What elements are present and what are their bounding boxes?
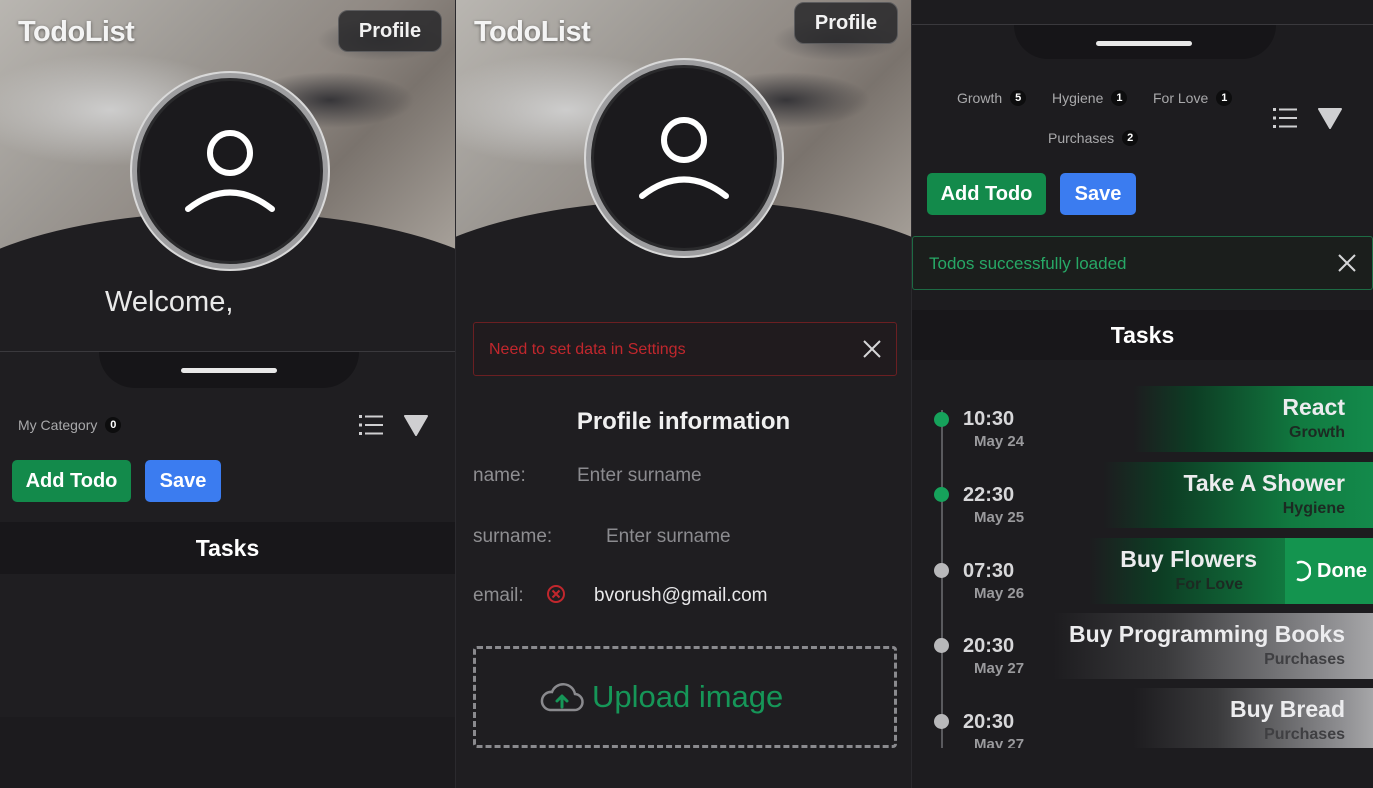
task-card[interactable]: Buy Flowers For Love Done	[1089, 538, 1373, 604]
list-view-icon[interactable]	[359, 414, 383, 436]
app-title: TodoList	[474, 16, 591, 48]
task-time: 07:30	[963, 560, 1015, 582]
filter-icon[interactable]	[1318, 107, 1342, 129]
add-todo-button[interactable]: Add Todo	[12, 460, 131, 502]
task-title: Buy Bread	[1229, 696, 1345, 722]
surname-label: surname:	[473, 526, 553, 547]
tasks-header: Tasks	[912, 310, 1373, 360]
task-time: 20:30	[963, 711, 1015, 733]
close-icon[interactable]	[1337, 253, 1357, 273]
filter-icon[interactable]	[404, 414, 428, 436]
user-icon	[185, 130, 275, 212]
category-count: 5	[1010, 90, 1027, 106]
timeline-dot	[934, 412, 949, 427]
cloud-upload-icon	[540, 683, 584, 712]
task-time: 10:30	[963, 408, 1015, 430]
add-todo-button[interactable]: Add Todo	[927, 173, 1046, 215]
email-field[interactable]: bvorush@gmail.com	[594, 585, 767, 607]
task-category: Purchases	[1264, 726, 1345, 743]
avatar[interactable]	[132, 73, 328, 269]
timeline-dot	[934, 638, 949, 653]
app-title: TodoList	[18, 16, 135, 48]
task-date: May 24	[974, 433, 1025, 450]
task-time: 22:30	[963, 484, 1015, 506]
drawer-handle[interactable]	[181, 368, 277, 373]
category-chip-hygiene[interactable]: Hygiene 1	[1052, 90, 1128, 106]
category-count: 2	[1122, 130, 1139, 146]
upload-dropzone[interactable]: Upload image	[473, 646, 897, 748]
category-chip[interactable]: My Category 0	[18, 417, 122, 433]
screen-tasks: Growth 5 Hygiene 1 For Love 1 Purchases …	[912, 0, 1373, 788]
check-circle-icon	[1296, 560, 1311, 582]
task-card[interactable]: Buy Programming Books Purchases	[1053, 613, 1373, 679]
profile-button[interactable]: Profile	[794, 2, 898, 44]
footer-area	[912, 748, 1373, 788]
close-icon[interactable]	[862, 339, 882, 359]
category-count: 1	[1111, 90, 1128, 106]
invalid-icon	[546, 584, 566, 604]
category-count: 1	[1216, 90, 1233, 106]
footer-area	[0, 717, 455, 788]
screen-profile: TodoList Profile Need to set data in Set…	[456, 0, 911, 788]
task-date: May 26	[974, 585, 1025, 602]
profile-button[interactable]: Profile	[338, 10, 442, 52]
category-chip-purchases[interactable]: Purchases 2	[1048, 130, 1139, 146]
error-alert: Need to set data in Settings	[473, 322, 897, 376]
task-category: For Love	[1175, 576, 1243, 593]
task-title: React	[1282, 394, 1345, 420]
task-time: 20:30	[963, 635, 1015, 657]
timeline-line	[941, 410, 943, 750]
save-button[interactable]: Save	[145, 460, 221, 502]
category-chip-for-love[interactable]: For Love 1	[1153, 90, 1233, 106]
task-title: Buy Flowers	[1120, 546, 1257, 572]
email-label: email:	[473, 585, 524, 606]
error-message: Need to set data in Settings	[489, 341, 686, 358]
done-label: Done	[1317, 559, 1367, 582]
success-message: Todos successfully loaded	[929, 254, 1127, 273]
task-title: Take A Shower	[1183, 470, 1345, 496]
user-icon	[639, 117, 729, 199]
save-button[interactable]: Save	[1060, 173, 1136, 215]
success-alert: Todos successfully loaded	[912, 236, 1373, 290]
category-chip-growth[interactable]: Growth 5	[957, 90, 1027, 106]
timeline-dot	[934, 487, 949, 502]
task-date: May 27	[974, 736, 1025, 748]
task-category: Purchases	[1264, 651, 1345, 668]
section-title: Profile information	[576, 408, 791, 435]
list-view-icon[interactable]	[1273, 107, 1297, 129]
drawer-handle[interactable]	[1096, 41, 1192, 46]
name-label: name:	[473, 465, 526, 486]
task-card[interactable]: Buy Bread Purchases	[1133, 688, 1373, 748]
category-label: Hygiene	[1052, 90, 1104, 106]
timeline-dot	[934, 714, 949, 729]
tasks-header: Tasks	[0, 522, 455, 574]
task-category: Growth	[1289, 424, 1345, 441]
task-date: May 27	[974, 660, 1025, 677]
task-category: Hygiene	[1282, 500, 1345, 517]
task-title: Buy Programming Books	[1068, 621, 1345, 647]
task-card[interactable]: Take A Shower Hygiene	[1103, 462, 1373, 528]
category-label: My Category	[18, 417, 98, 433]
task-date: May 25	[974, 509, 1025, 526]
screen-home: TodoList Profile Welcome, My Category 0 …	[0, 0, 455, 788]
surname-field[interactable]: Enter surname	[606, 526, 731, 548]
category-label: Growth	[957, 90, 1003, 106]
upload-label: Upload image	[592, 679, 784, 714]
done-button[interactable]: Done	[1285, 538, 1373, 604]
category-label: Purchases	[1048, 130, 1115, 146]
avatar[interactable]	[586, 60, 782, 256]
task-card[interactable]: React Growth	[1133, 386, 1373, 452]
name-field[interactable]: Enter surname	[577, 465, 702, 487]
category-count: 0	[105, 417, 122, 433]
category-label: For Love	[1153, 90, 1209, 106]
welcome-text: Welcome,	[105, 286, 234, 318]
timeline-dot	[934, 563, 949, 578]
